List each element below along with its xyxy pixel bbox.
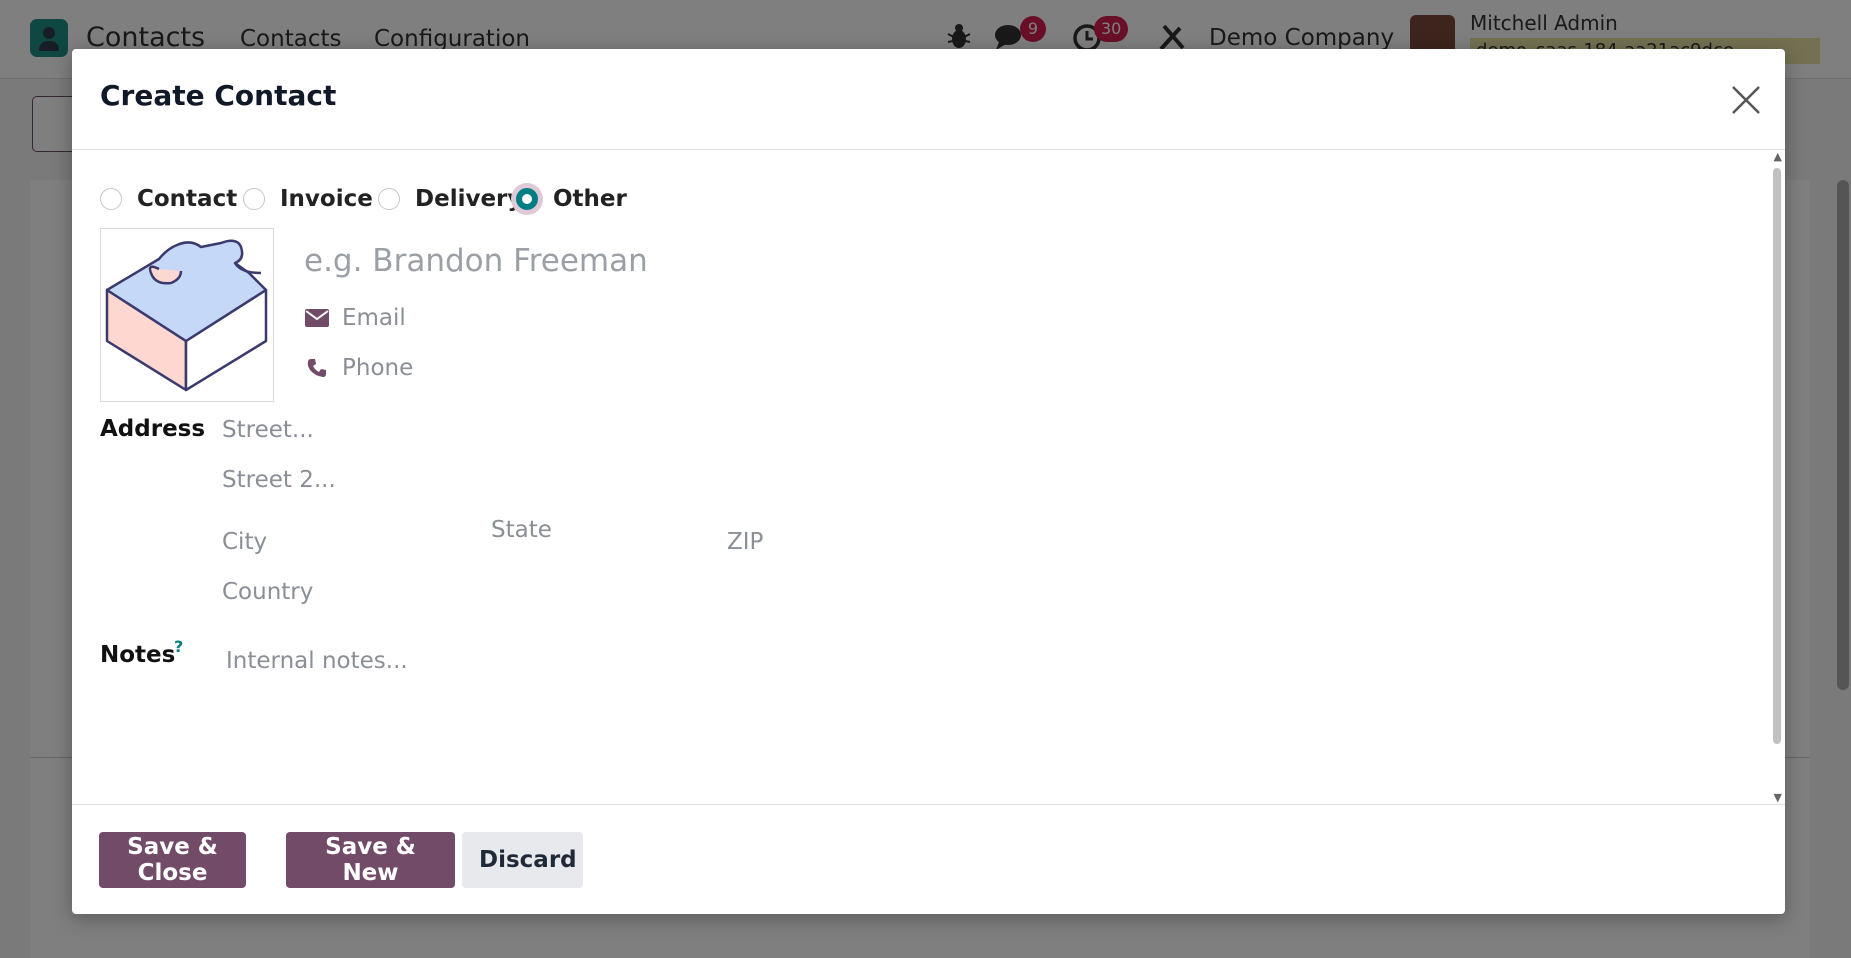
- discard-button[interactable]: Discard: [462, 832, 583, 888]
- modal-header: Create Contact: [72, 49, 1785, 150]
- notes-label: Notes: [100, 642, 176, 668]
- envelope-icon: [304, 307, 330, 329]
- email-row: [304, 304, 944, 332]
- zip-input[interactable]: [725, 528, 929, 556]
- create-contact-dialog: Create Contact Contact Invoice Delivery …: [72, 49, 1785, 914]
- radio-label: Invoice: [280, 186, 373, 212]
- radio-label: Other: [553, 186, 627, 212]
- radio-other[interactable]: Other: [516, 181, 627, 217]
- radio-label: Contact: [137, 186, 238, 212]
- country-select[interactable]: [220, 578, 924, 606]
- modal-body: Contact Invoice Delivery Other e.g. Bran…: [72, 150, 1785, 804]
- modal-scrollbar[interactable]: ▲ ▼: [1767, 150, 1785, 804]
- address-label: Address: [100, 416, 206, 442]
- phone-icon: [304, 357, 330, 379]
- phone-row: [304, 354, 944, 382]
- street2-input[interactable]: [220, 466, 924, 494]
- street-input[interactable]: [220, 416, 924, 444]
- radio-delivery[interactable]: Delivery: [378, 181, 522, 217]
- radio-button[interactable]: [378, 188, 400, 210]
- radio-contact[interactable]: Contact: [100, 181, 237, 217]
- radio-button[interactable]: [100, 188, 122, 210]
- scrollbar-thumb[interactable]: [1773, 168, 1781, 744]
- internal-notes-input[interactable]: [224, 647, 1628, 675]
- scroll-down-icon[interactable]: ▼: [1774, 791, 1782, 804]
- email-field[interactable]: [340, 304, 944, 332]
- radio-button-checked[interactable]: [516, 188, 538, 210]
- radio-label: Delivery: [415, 186, 523, 212]
- contact-image-upload[interactable]: [100, 228, 274, 402]
- save-new-button[interactable]: Save & New: [286, 832, 455, 888]
- city-input[interactable]: [220, 528, 474, 556]
- close-icon[interactable]: [1729, 83, 1763, 117]
- notes-help-tooltip[interactable]: ?: [174, 637, 183, 656]
- state-select[interactable]: [489, 516, 703, 544]
- puzzle-avatar-placeholder: [105, 239, 268, 392]
- contact-name-input[interactable]: [302, 242, 1206, 280]
- phone-field[interactable]: [340, 354, 944, 382]
- radio-button[interactable]: [243, 188, 265, 210]
- scroll-up-icon[interactable]: ▲: [1774, 150, 1782, 163]
- radio-invoice[interactable]: Invoice: [243, 181, 373, 217]
- modal-footer: Save & Close Save & New Discard: [72, 804, 1785, 915]
- save-close-button[interactable]: Save & Close: [99, 832, 246, 888]
- modal-title: Create Contact: [100, 79, 337, 112]
